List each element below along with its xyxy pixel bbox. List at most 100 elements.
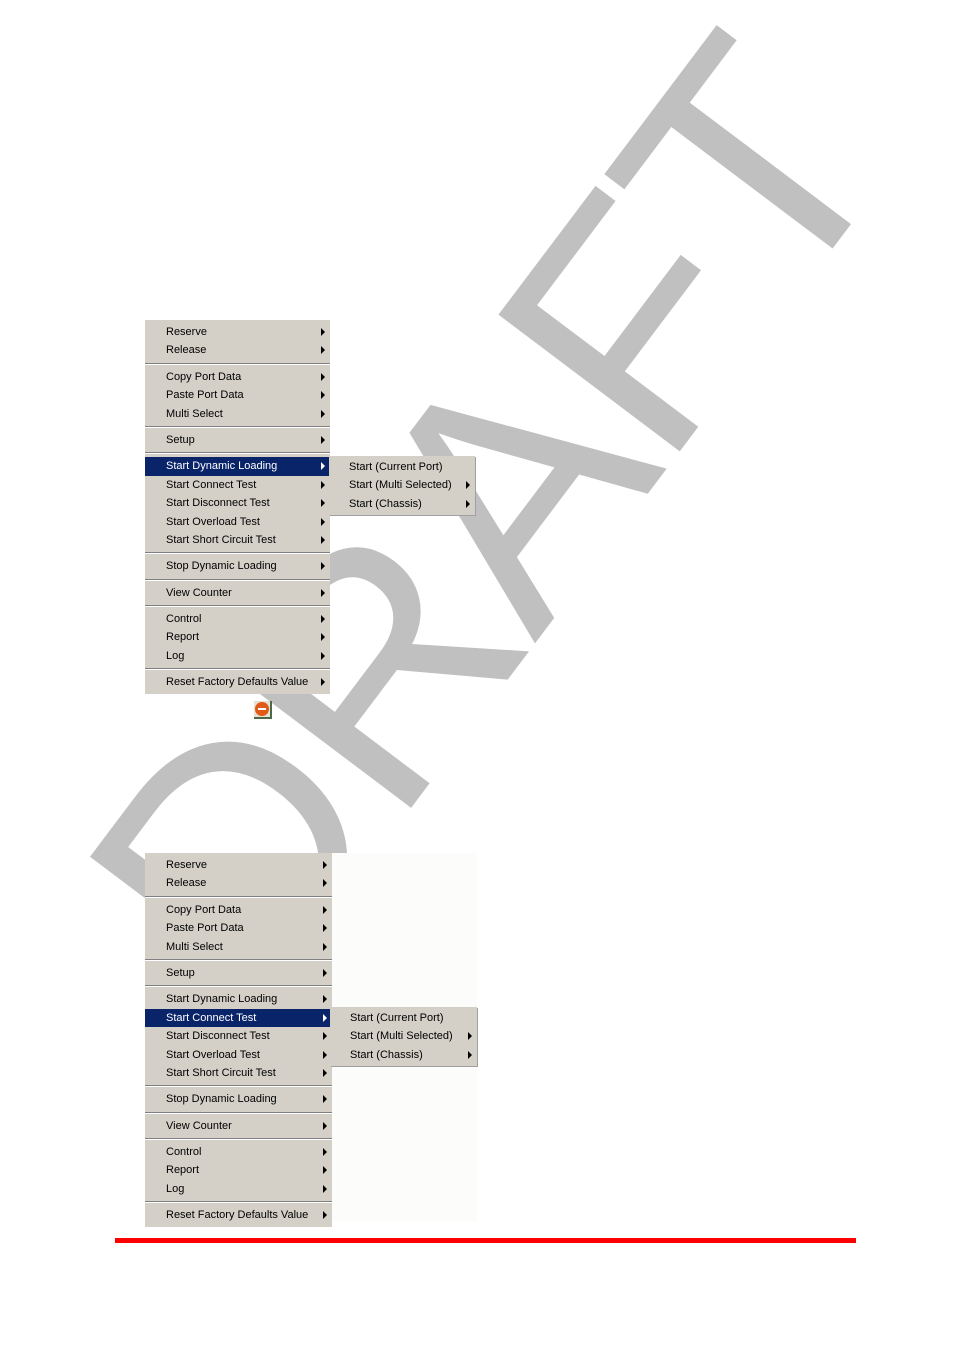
- submenu-item-start-current-port[interactable]: Start (Current Port): [330, 1009, 477, 1027]
- menu-item-multi-select[interactable]: Multi Select: [145, 938, 332, 956]
- submenu-arrow-icon: [321, 480, 325, 489]
- menu-item-control[interactable]: Control: [145, 1143, 332, 1161]
- menu-item-start-short-circuit-test[interactable]: Start Short Circuit Test: [145, 1064, 332, 1082]
- menu-item-paste-port-data[interactable]: Paste Port Data: [145, 386, 330, 404]
- menu-item-setup[interactable]: Setup: [145, 431, 330, 449]
- menu-item-label: Setup: [166, 966, 195, 979]
- menu-item-copy-port-data[interactable]: Copy Port Data: [145, 901, 332, 919]
- submenu-arrow-icon: [323, 1068, 327, 1077]
- submenu-item-label: Start (Current Port): [350, 1012, 444, 1024]
- submenu-arrow-icon: [323, 942, 327, 951]
- menu-item-label: Log: [166, 649, 185, 662]
- menu-item-start-dynamic-loading[interactable]: Start Dynamic Loading: [145, 990, 332, 1008]
- submenu-arrow-icon: [323, 861, 327, 869]
- menu-item-release[interactable]: Release: [145, 341, 330, 359]
- menu-separator: [145, 1201, 332, 1204]
- menu-item-stop-dynamic-loading[interactable]: Stop Dynamic Loading: [145, 1090, 332, 1108]
- submenu-arrow-icon: [323, 1095, 327, 1104]
- menu-item-label: Start Connect Test: [166, 478, 257, 491]
- menu-item-view-counter[interactable]: View Counter: [145, 584, 330, 602]
- submenu-arrow-icon: [321, 562, 325, 571]
- submenu-arrow-icon: [321, 372, 325, 381]
- submenu-item-start-multi-selected[interactable]: Start (Multi Selected): [330, 1027, 477, 1045]
- submenu-arrow-icon: [321, 535, 325, 544]
- menu-item-label: Reserve: [166, 859, 207, 871]
- menu-item-report[interactable]: Report: [145, 628, 330, 646]
- menu-item-control[interactable]: Control: [145, 610, 330, 628]
- footer-rule: [115, 1238, 856, 1243]
- menu-item-reset-factory-defaults-value[interactable]: Reset Factory Defaults Value: [145, 673, 330, 691]
- submenu-arrow-icon: [323, 1184, 327, 1193]
- submenu-arrow-icon: [321, 499, 325, 508]
- menu-item-stop-dynamic-loading[interactable]: Stop Dynamic Loading: [145, 557, 330, 575]
- submenu-arrow-icon: [323, 1032, 327, 1041]
- submenu-arrow-icon: [321, 346, 325, 355]
- submenu-arrow-icon: [323, 1050, 327, 1059]
- submenu-arrow-icon: [321, 588, 325, 597]
- menu-item-label: Stop Dynamic Loading: [166, 560, 277, 573]
- submenu-arrow-icon: [321, 462, 325, 471]
- submenu-arrow-icon: [323, 1121, 327, 1130]
- menu-separator: [145, 985, 332, 988]
- menu-separator: [145, 552, 330, 555]
- draft-watermark: DRAFT: [16, 0, 954, 1057]
- submenu-arrow-icon: [321, 409, 325, 418]
- menu-item-log[interactable]: Log: [145, 647, 330, 665]
- menu-item-label: Copy Port Data: [166, 370, 242, 383]
- submenu-arrow-icon: [466, 481, 470, 490]
- menu-item-view-counter[interactable]: View Counter: [145, 1117, 332, 1135]
- menu-item-label: Reserve: [166, 326, 207, 338]
- menu-item-reset-factory-defaults-value[interactable]: Reset Factory Defaults Value: [145, 1206, 332, 1224]
- submenu-item-start-multi-selected[interactable]: Start (Multi Selected): [329, 476, 475, 494]
- menu-item-start-connect-test[interactable]: Start Connect Test: [145, 1008, 332, 1028]
- submenu-arrow-icon: [323, 1211, 327, 1220]
- menu-item-start-disconnect-test[interactable]: Start Disconnect Test: [145, 494, 330, 512]
- context-menu-2: Reserve Release Copy Port Data Paste Port D…: [145, 853, 332, 1227]
- menu-item-start-short-circuit-test[interactable]: Start Short Circuit Test: [145, 531, 330, 549]
- submenu-arrow-icon: [323, 1013, 327, 1022]
- menu-item-start-overload-test[interactable]: Start Overload Test: [145, 513, 330, 531]
- menu-separator: [145, 1085, 332, 1088]
- menu-separator: [145, 1138, 332, 1141]
- menu-item-log[interactable]: Log: [145, 1180, 332, 1198]
- menu-item-reserve[interactable]: Reserve: [145, 323, 330, 341]
- submenu-arrow-icon: [323, 905, 327, 914]
- menu-item-start-overload-test[interactable]: Start Overload Test: [145, 1046, 332, 1064]
- menu-item-label: Start Dynamic Loading: [166, 460, 278, 473]
- submenu-arrow-icon: [323, 1148, 327, 1157]
- menu-item-start-disconnect-test[interactable]: Start Disconnect Test: [145, 1027, 332, 1045]
- menu-separator: [145, 362, 330, 365]
- submenu-item-label: Start (Current Port): [349, 461, 443, 473]
- submenu-item-label: Start (Chassis): [349, 497, 422, 510]
- submenu-item-label: Start (Chassis): [350, 1048, 423, 1061]
- submenu-arrow-icon: [321, 678, 325, 687]
- menu-separator: [145, 958, 332, 961]
- menu-item-start-dynamic-loading[interactable]: Start Dynamic Loading: [145, 457, 330, 476]
- menu-item-label: View Counter: [166, 586, 232, 599]
- submenu-arrow-icon: [321, 517, 325, 526]
- submenu-arrow-icon: [321, 391, 325, 400]
- menu-item-label: Paste Port Data: [166, 389, 244, 402]
- menu-item-setup[interactable]: Setup: [145, 964, 332, 982]
- start-connect-test-submenu: Start (Current Port) Start (Multi Selecte…: [330, 1007, 477, 1067]
- menu-item-label: Start Disconnect Test: [166, 497, 270, 510]
- submenu-item-start-chassis[interactable]: Start (Chassis): [330, 1046, 477, 1064]
- submenu-arrow-icon: [323, 1166, 327, 1175]
- menu-item-label: Reset Factory Defaults Value: [166, 676, 309, 689]
- submenu-arrow-icon: [321, 435, 325, 444]
- stop-icon-bar: [258, 708, 266, 710]
- submenu-arrow-icon: [323, 924, 327, 933]
- submenu-item-start-current-port[interactable]: Start (Current Port): [329, 458, 475, 476]
- menu-item-release[interactable]: Release: [145, 874, 332, 892]
- menu-item-copy-port-data[interactable]: Copy Port Data: [145, 368, 330, 386]
- menu-item-label: Setup: [166, 433, 195, 446]
- menu-separator: [145, 578, 330, 581]
- menu-item-paste-port-data[interactable]: Paste Port Data: [145, 919, 332, 937]
- menu-item-start-connect-test[interactable]: Start Connect Test: [145, 476, 330, 494]
- submenu-arrow-icon: [323, 995, 327, 1004]
- submenu-item-start-chassis[interactable]: Start (Chassis): [329, 495, 475, 513]
- menu-item-multi-select[interactable]: Multi Select: [145, 405, 330, 423]
- menu-item-label: Reset Factory Defaults Value: [166, 1209, 309, 1222]
- menu-item-reserve[interactable]: Reserve: [145, 856, 332, 874]
- menu-item-report[interactable]: Report: [145, 1161, 332, 1179]
